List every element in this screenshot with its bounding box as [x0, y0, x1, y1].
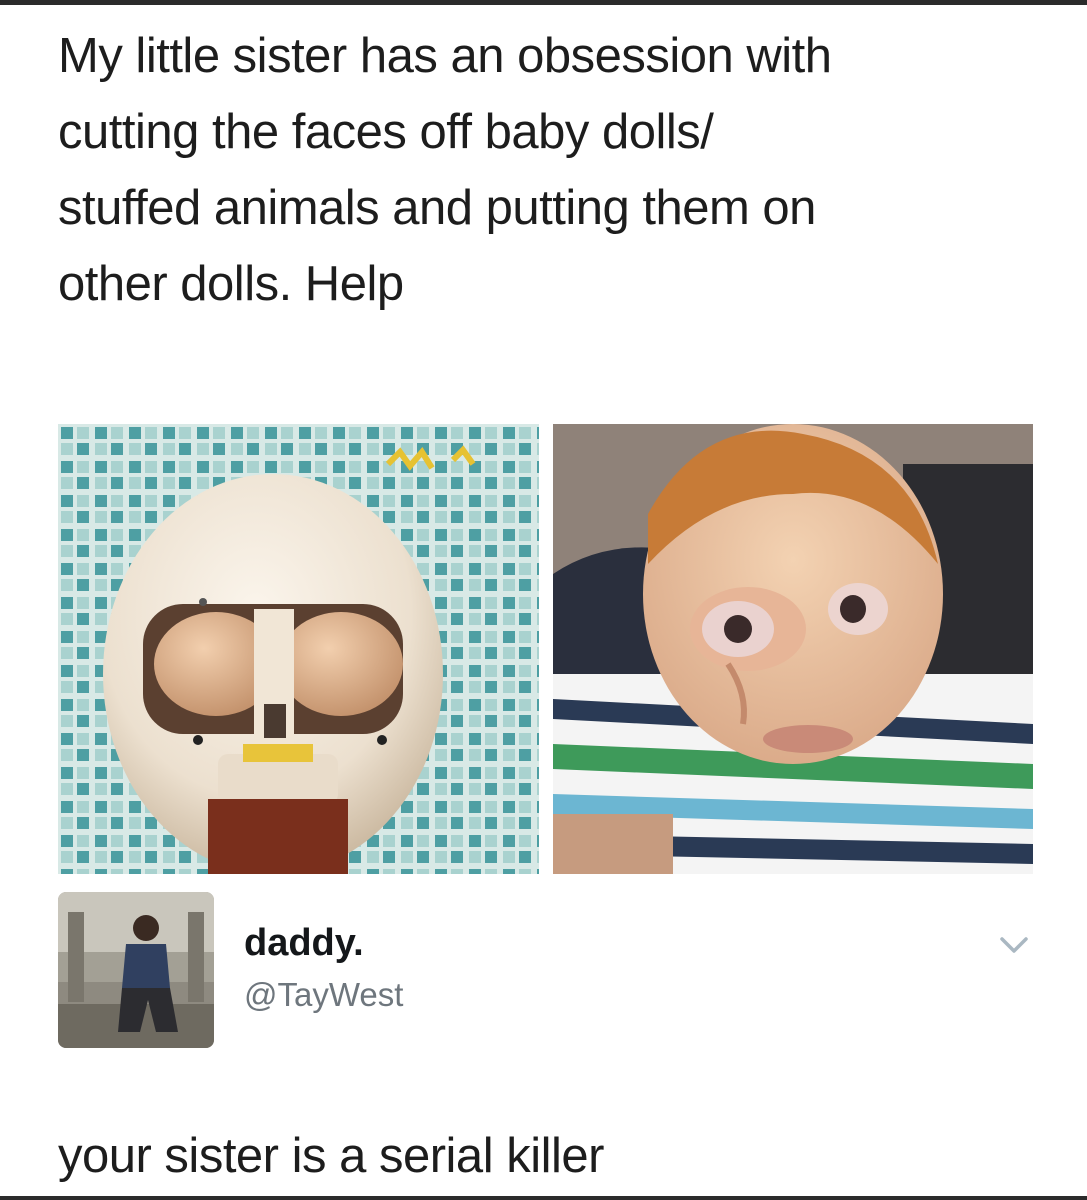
- top-border: [0, 0, 1087, 5]
- tweet-text-line-2: cutting the faces off baby dolls/: [58, 105, 714, 159]
- tweet-text-line-4: other dolls. Help: [58, 257, 404, 311]
- tweet-text: My little sister has an obsession with c…: [58, 18, 1058, 322]
- media-image-left[interactable]: [58, 424, 539, 874]
- reply-text: your sister is a serial killer: [58, 1129, 604, 1183]
- user-handle[interactable]: @TayWest: [244, 976, 403, 1014]
- media-image-right[interactable]: [553, 424, 1033, 874]
- tweet-text-line-3: stuffed animals and putting them on: [58, 181, 816, 235]
- chevron-down-icon[interactable]: [996, 932, 1032, 958]
- display-name[interactable]: daddy.: [244, 922, 364, 965]
- profile-photo: [58, 892, 214, 1048]
- bottom-border: [0, 1196, 1087, 1200]
- doll-wearing-cut-out-face-photo: [553, 424, 1033, 874]
- avatar[interactable]: [58, 892, 214, 1048]
- doll-head-without-face-photo: [58, 424, 539, 874]
- tweet-text-line-1: My little sister has an obsession with: [58, 29, 832, 83]
